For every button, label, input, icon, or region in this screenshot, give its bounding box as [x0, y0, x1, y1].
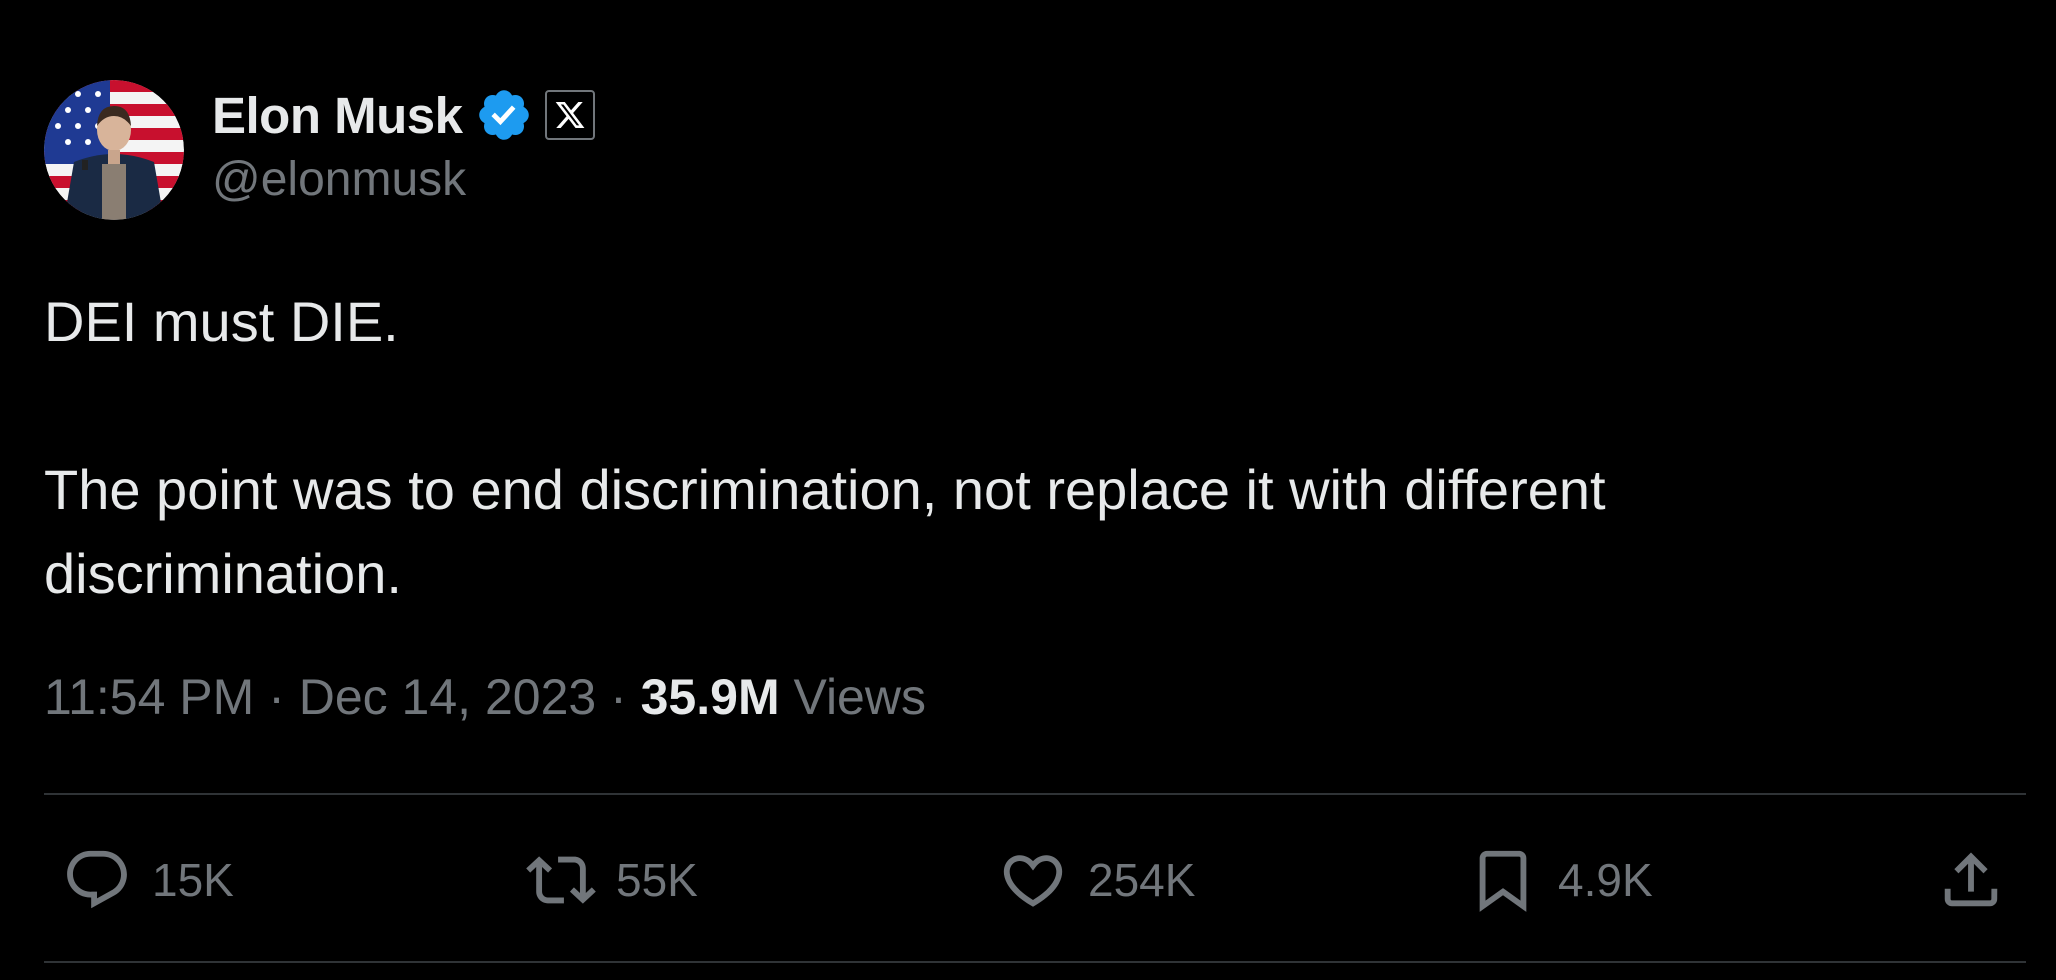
tweet-text: DEI must DIE. The point was to end discr…: [44, 280, 1944, 616]
divider: [44, 961, 2026, 963]
tweet-text-line-2: The point was to end discrimination, not…: [44, 458, 1606, 605]
reply-count: 15K: [152, 854, 234, 906]
tweet-card: Elon Musk @elonmusk DEI must DIE. The po…: [0, 0, 2056, 980]
divider: [44, 793, 2026, 795]
repost-button[interactable]: 55K: [526, 845, 698, 915]
views-label[interactable]: Views: [794, 669, 926, 725]
share-icon: [1936, 845, 2006, 915]
avatar[interactable]: [44, 80, 184, 220]
repost-count: 55K: [616, 854, 698, 906]
bookmark-count: 4.9K: [1558, 854, 1653, 906]
tweet-text-line-1: DEI must DIE.: [44, 290, 399, 353]
author-display-name[interactable]: Elon Musk: [212, 86, 463, 145]
reply-button[interactable]: 15K: [62, 845, 234, 915]
heart-icon: [998, 845, 1068, 915]
share-button[interactable]: [1936, 845, 2006, 915]
author-handle[interactable]: @elonmusk: [212, 152, 466, 207]
meta-separator: ·: [596, 669, 641, 725]
tweet-date[interactable]: Dec 14, 2023: [299, 669, 596, 725]
bookmark-icon: [1468, 845, 1538, 915]
tweet-meta: 11:54 PM · Dec 14, 2023 · 35.9M Views: [44, 668, 926, 726]
views-count[interactable]: 35.9M: [641, 669, 780, 725]
tweet-time[interactable]: 11:54 PM: [44, 669, 254, 725]
verified-check-icon[interactable]: [475, 86, 533, 144]
like-count: 254K: [1088, 854, 1196, 906]
avatar-image: [44, 80, 184, 220]
author-name-row: Elon Musk: [212, 82, 595, 148]
meta-separator: ·: [254, 669, 299, 725]
repost-icon: [526, 845, 596, 915]
x-logo-icon[interactable]: [544, 90, 595, 140]
bookmark-button[interactable]: 4.9K: [1468, 845, 1653, 915]
like-button[interactable]: 254K: [998, 845, 1195, 915]
reply-icon: [62, 845, 132, 915]
